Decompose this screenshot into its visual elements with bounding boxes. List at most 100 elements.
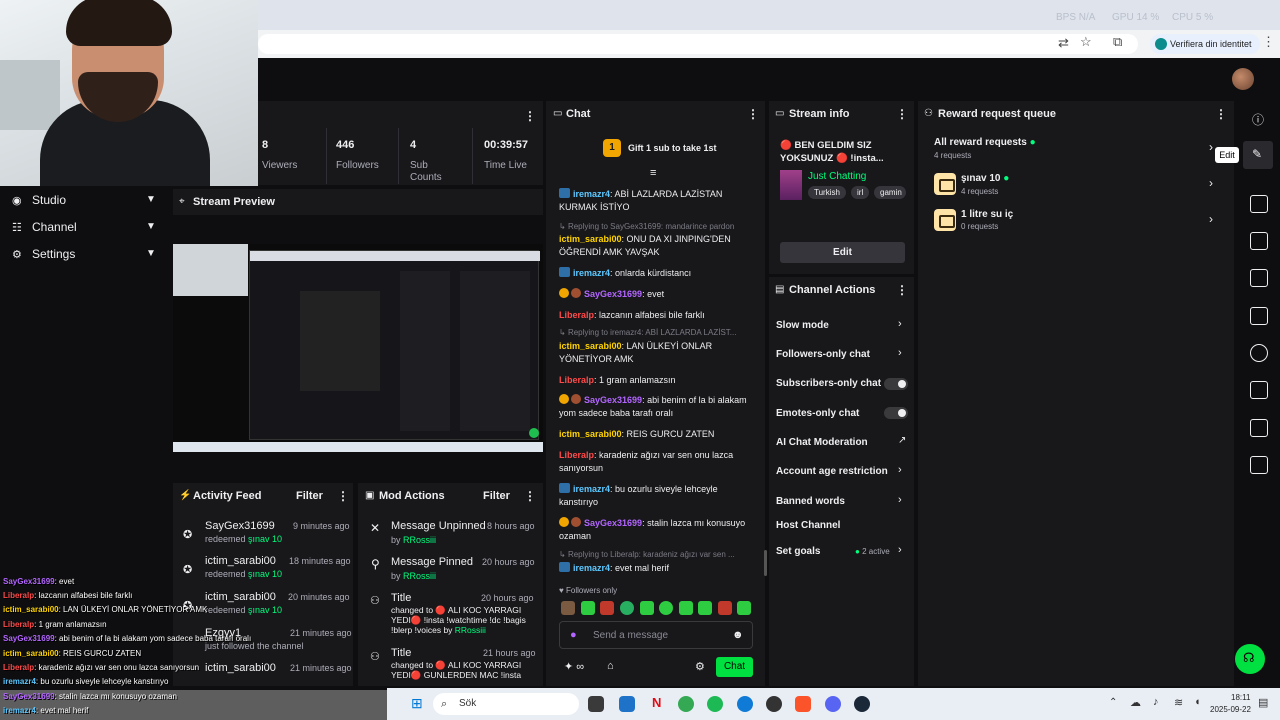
sidebar-item-settings[interactable]: ⚙ Settings	[12, 247, 75, 261]
chat-username[interactable]: SayGex31699	[584, 289, 642, 299]
tag-gaming[interactable]: gamin	[874, 186, 906, 199]
chat-username[interactable]: SayGex31699	[584, 395, 642, 405]
brave-icon[interactable]	[795, 696, 811, 712]
chat-username[interactable]: Liberalp	[559, 310, 594, 320]
chevron-right-icon[interactable]: ›	[898, 347, 902, 359]
sidebar-item-studio[interactable]: ◉ Studio	[12, 193, 66, 207]
chat-username[interactable]: iremazr4	[573, 268, 610, 278]
chrome-icon[interactable]	[678, 696, 694, 712]
reward-item[interactable]: 1 litre su iç	[961, 209, 1013, 220]
volume-icon[interactable]: ◖	[1194, 696, 1201, 708]
activity-user[interactable]: ictim_sarabi00	[205, 662, 276, 674]
document-icon[interactable]	[1250, 269, 1268, 287]
app-icon[interactable]	[619, 696, 635, 712]
clock-time[interactable]: 18:11	[1231, 693, 1250, 702]
stream-preview-video[interactable]	[173, 244, 543, 452]
steam-icon[interactable]	[854, 696, 870, 712]
chevron-right-icon[interactable]: ›	[898, 544, 902, 556]
mod-user[interactable]: RRossiii	[403, 535, 436, 545]
mic-tray-icon[interactable]: ♪	[1153, 696, 1159, 708]
lightning-icon[interactable]	[1250, 232, 1268, 250]
emote-picker-icon[interactable]: ✦ ∞	[564, 660, 584, 673]
category-name[interactable]: Just Chatting	[808, 171, 866, 182]
set-goals-item[interactable]: Set goals	[776, 546, 820, 557]
ai-moderation-item[interactable]: AI Chat Moderation	[776, 437, 868, 448]
stream-info-menu-icon[interactable]: ⋮	[896, 107, 908, 121]
host-channel-item[interactable]: Host Channel	[776, 520, 840, 531]
chat-bubble-icon[interactable]	[1250, 307, 1268, 325]
activity-user[interactable]: ictim_sarabi00	[205, 555, 276, 567]
cloud-icon[interactable]: ☁	[1130, 696, 1141, 709]
activity-filter-button[interactable]: Filter	[296, 490, 323, 502]
chat-username[interactable]: iremazr4	[573, 563, 610, 573]
chat-send-button[interactable]: Chat	[716, 657, 753, 677]
tag-turkish[interactable]: Turkish	[808, 186, 846, 199]
chat-username[interactable]: ictim_sarabi00	[559, 429, 622, 439]
subscribers-only-toggle[interactable]	[884, 378, 908, 390]
sidebar-item-channel[interactable]: ☷ Channel	[12, 220, 77, 234]
chat-settings-icon[interactable]: ⚙	[695, 660, 705, 673]
account-age-item[interactable]: Account age restriction	[776, 466, 888, 477]
chat-input[interactable]: ● Send a message ☻	[559, 621, 753, 649]
activity-user[interactable]: SayGex31699	[205, 520, 275, 532]
bookmark-star-icon[interactable]: ☆	[1080, 34, 1092, 50]
emote-icon[interactable]	[737, 601, 751, 615]
activity-menu-icon[interactable]: ⋮	[337, 489, 349, 503]
emotes-only-toggle[interactable]	[884, 407, 908, 419]
info-circle-icon[interactable]: ⓘ	[1252, 111, 1264, 128]
edit-layout-button[interactable]: ✎	[1243, 141, 1273, 169]
chat-username[interactable]: ictim_sarabi00	[559, 341, 622, 351]
chevron-down-icon[interactable]: ▼	[146, 248, 156, 259]
spotify-icon[interactable]	[707, 696, 723, 712]
edge-icon[interactable]	[737, 696, 753, 712]
chevron-right-icon[interactable]: ›	[1209, 176, 1213, 190]
chat-username[interactable]: ictim_sarabi00	[559, 234, 622, 244]
emote-icon[interactable]	[698, 601, 712, 615]
task-view-icon[interactable]	[588, 696, 604, 712]
chat-username[interactable]: iremazr4	[573, 484, 610, 494]
discord-icon[interactable]	[825, 696, 841, 712]
emote-icon[interactable]	[620, 601, 634, 615]
layout-icon[interactable]	[1250, 381, 1268, 399]
followers-only-item[interactable]: Followers-only chat	[776, 349, 870, 360]
wrench-icon[interactable]	[1250, 419, 1268, 437]
external-link-icon[interactable]: ↗	[898, 435, 906, 446]
emote-icon[interactable]	[640, 601, 654, 615]
windows-start-icon[interactable]: ⊞	[411, 695, 423, 712]
chevron-right-icon[interactable]: ›	[1209, 212, 1213, 226]
chat-username[interactable]: Liberalp	[559, 450, 594, 460]
chat-scrollbar[interactable]	[764, 550, 767, 576]
emote-icon[interactable]	[561, 601, 575, 615]
reward-queue-menu-icon[interactable]: ⋮	[1215, 107, 1227, 121]
slow-mode-item[interactable]: Slow mode	[776, 320, 829, 331]
mod-menu-icon[interactable]: ⋮	[524, 489, 536, 503]
chevron-down-icon[interactable]: ▼	[146, 221, 156, 232]
emote-icon[interactable]	[600, 601, 614, 615]
channel-actions-menu-icon[interactable]: ⋮	[896, 283, 908, 297]
camera-icon[interactable]	[1250, 195, 1268, 213]
banned-words-item[interactable]: Banned words	[776, 496, 845, 507]
verify-identity-button[interactable]: Verifiera din identitet	[1150, 34, 1260, 54]
mod-filter-button[interactable]: Filter	[483, 490, 510, 502]
support-button[interactable]: ☊	[1235, 644, 1265, 674]
translate-icon[interactable]: ⇄	[1058, 35, 1069, 51]
chevron-right-icon[interactable]: ›	[898, 464, 902, 476]
category-thumbnail[interactable]	[780, 170, 802, 200]
apps-icon[interactable]	[1250, 456, 1268, 474]
wifi-icon[interactable]: ≋	[1174, 696, 1183, 709]
broadcast-icon[interactable]	[1250, 344, 1268, 362]
chevron-down-icon[interactable]: ▼	[146, 194, 156, 205]
notification-icon[interactable]: ▤	[1258, 696, 1268, 709]
all-rewards-item[interactable]: All reward requests ●	[934, 137, 1036, 148]
mic-icon[interactable]: ●	[570, 629, 577, 641]
user-avatar[interactable]	[1232, 68, 1254, 90]
clock-date[interactable]: 2025-09-22	[1210, 705, 1251, 714]
emote-icon[interactable]	[679, 601, 693, 615]
extensions-icon[interactable]: ⧉	[1113, 34, 1122, 50]
mod-user[interactable]: RRossiii	[455, 625, 486, 635]
store-icon[interactable]: ⌂	[607, 660, 614, 672]
chat-username[interactable]: SayGex31699	[584, 518, 642, 528]
url-input[interactable]	[258, 34, 1138, 54]
chat-username[interactable]: Liberalp	[559, 375, 594, 385]
mod-user[interactable]: RRossiii	[403, 571, 436, 581]
